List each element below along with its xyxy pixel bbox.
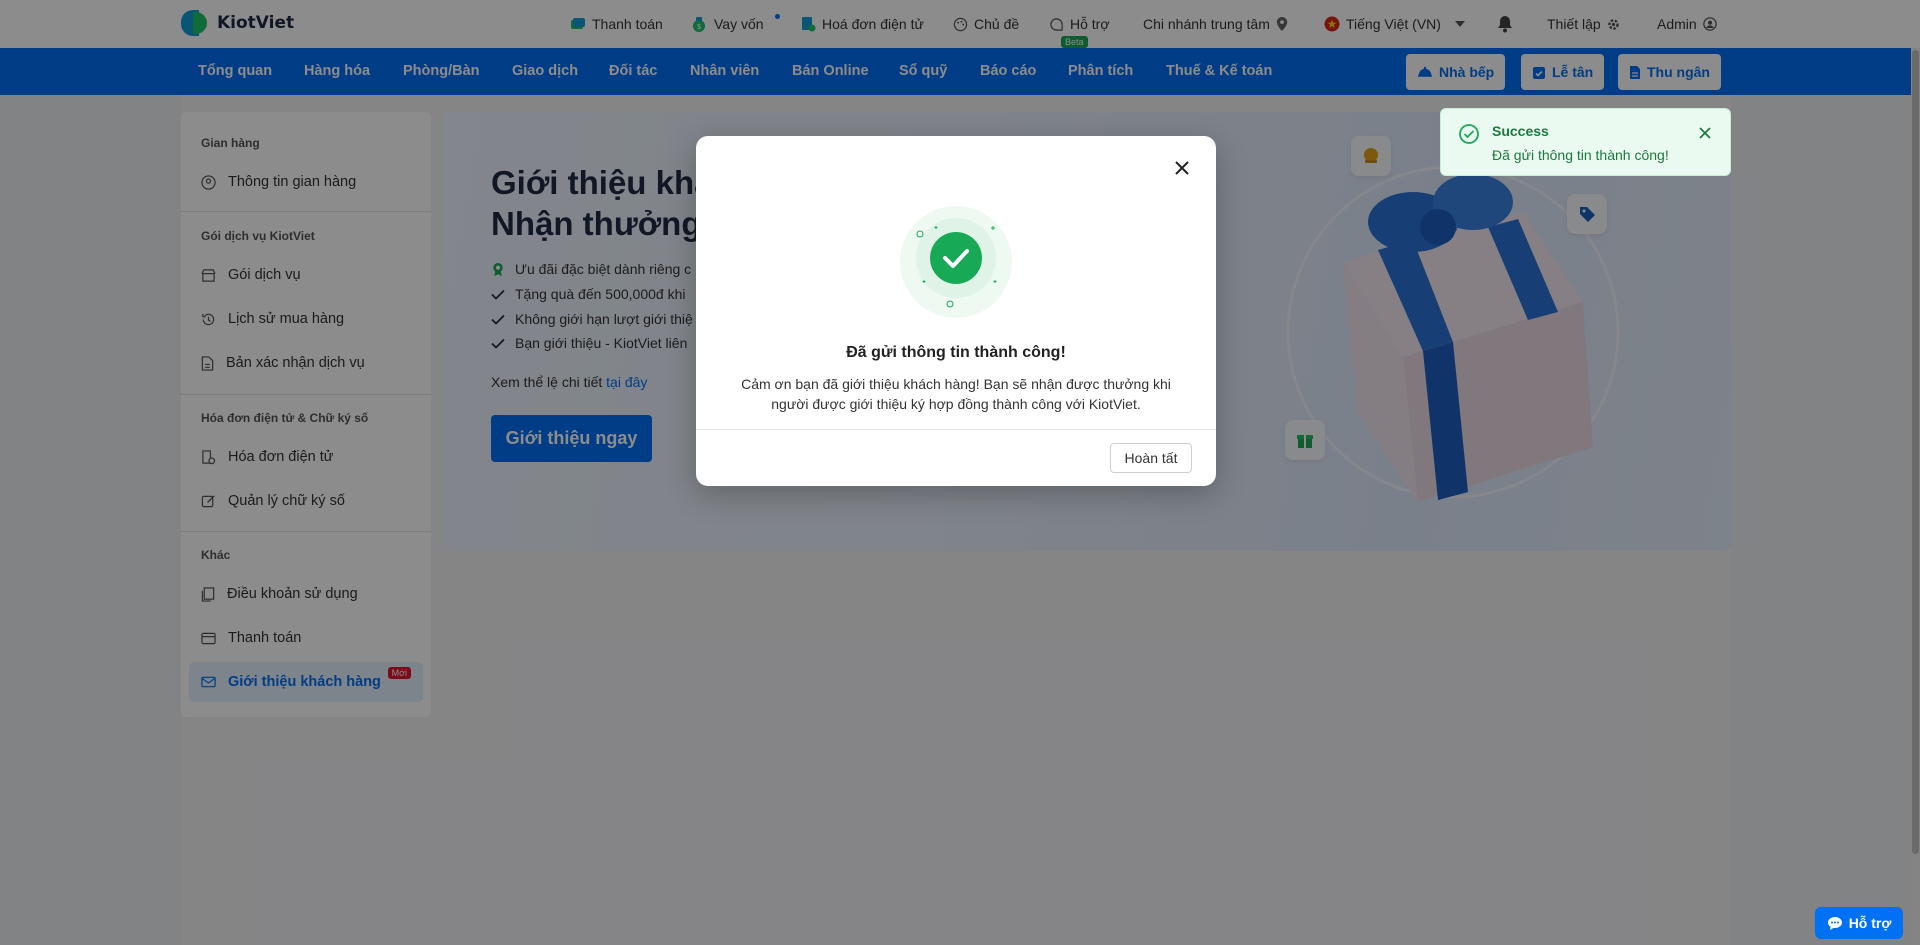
dialog-description: Cảm ơn bạn đã giới thiệu khách hàng! Bạn… — [741, 376, 1171, 412]
success-check-icon — [900, 206, 1012, 318]
chat-bubble-icon — [1827, 916, 1843, 931]
toast-close-icon[interactable] — [1698, 126, 1712, 140]
check-circle-icon — [1459, 124, 1479, 144]
success-toast: Success Đã gửi thông tin thành công! — [1440, 108, 1731, 176]
help-chat-button[interactable]: Hỗ trợ — [1815, 907, 1903, 939]
close-button[interactable] — [1170, 156, 1194, 180]
dialog-divider — [696, 429, 1216, 430]
help-label: Hỗ trợ — [1848, 915, 1892, 931]
success-dialog: Đã gửi thông tin thành công! Cảm ơn bạn … — [696, 136, 1216, 486]
dialog-title: Đã gửi thông tin thành công! — [846, 344, 1066, 361]
toast-title: Success — [1492, 123, 1549, 139]
close-icon — [1175, 161, 1189, 175]
done-button[interactable]: Hoàn tất — [1110, 443, 1192, 473]
toast-message: Đã gửi thông tin thành công! — [1492, 147, 1669, 163]
